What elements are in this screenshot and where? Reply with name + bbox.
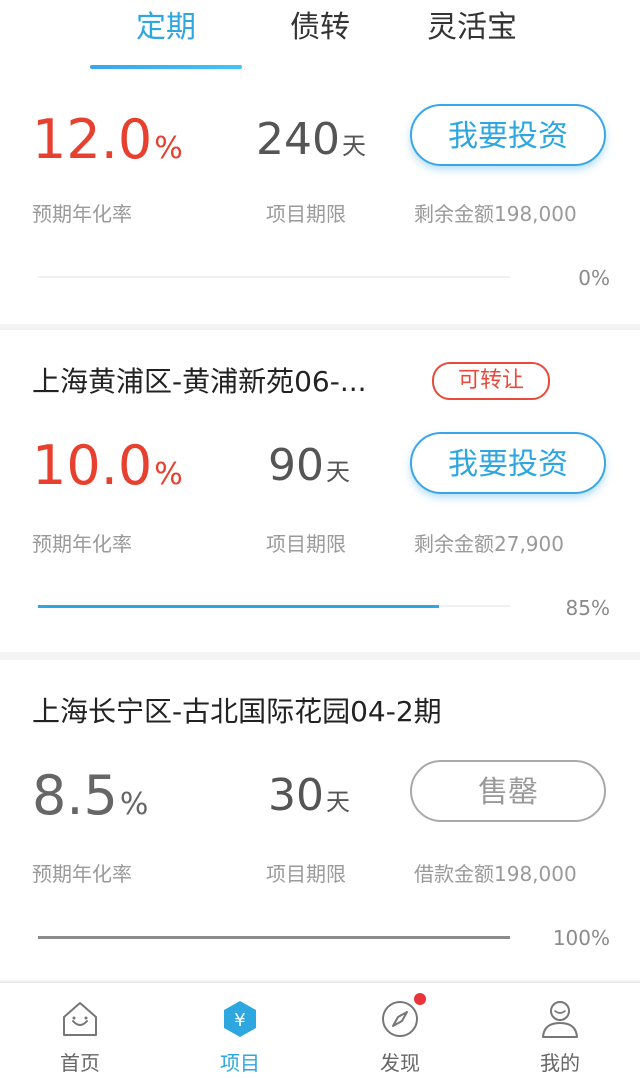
project-term-unit: 天 — [341, 132, 366, 160]
project-term: 240天 — [256, 110, 366, 170]
home-icon — [63, 1002, 97, 1036]
progress-bar — [38, 605, 510, 608]
product-card-3[interactable]: 上海长宁区-古北国际花园04-2期 8.5% 30天 售罄 预期年化率 项目期限… — [0, 660, 640, 980]
remaining-amount: 剩余金额27,900 — [414, 532, 564, 556]
bottom-nav: 首页 ¥ 项目 发现 我的 — [0, 982, 640, 1078]
nav-item-mine[interactable]: 我的 — [480, 983, 640, 1078]
nav-label-discover: 发现 — [380, 1051, 420, 1075]
annual-rate: 10.0% — [32, 436, 183, 496]
annual-rate-value: 10.0 — [32, 434, 153, 497]
compass-icon — [382, 1001, 418, 1037]
annual-rate-value: 12.0 — [32, 108, 153, 171]
top-tab-bar: 定期 债转 灵活宝 — [0, 0, 640, 70]
annual-rate-label: 预期年化率 — [32, 202, 132, 226]
remaining-amount: 剩余金额198,000 — [414, 202, 577, 226]
project-term-unit: 天 — [326, 788, 350, 816]
annual-rate: 8.5% — [32, 766, 148, 826]
annual-rate-suffix: % — [154, 457, 183, 492]
loan-amount: 借款金额198,000 — [414, 862, 577, 886]
project-title: 上海长宁区-古北国际花园04-2期 — [32, 695, 442, 728]
transferable-badge: 可转让 — [432, 362, 550, 400]
product-card-2[interactable]: 上海黄浦区-黄浦新苑06-... 可转让 10.0% 90天 我要投资 预期年化… — [0, 330, 640, 652]
nav-label-project: 项目 — [220, 1051, 260, 1075]
project-term: 90天 — [268, 436, 350, 496]
invest-button[interactable]: 我要投资 — [410, 104, 606, 166]
product-card-1[interactable]: 12.0% 240天 我要投资 预期年化率 项目期限 剩余金额198,000 0… — [0, 70, 640, 324]
invest-button[interactable]: 我要投资 — [410, 432, 606, 494]
annual-rate-label: 预期年化率 — [32, 862, 132, 886]
project-term-label: 项目期限 — [266, 862, 346, 886]
progress-percent: 85% — [565, 596, 610, 620]
project-term: 30天 — [268, 766, 350, 826]
progress-percent: 0% — [578, 266, 610, 290]
progress-bar — [38, 936, 510, 939]
progress-percent: 100% — [552, 926, 610, 950]
annual-rate-value: 8.5 — [32, 764, 118, 827]
annual-rate-label: 预期年化率 — [32, 532, 132, 556]
project-title: 上海黄浦区-黄浦新苑06-... — [32, 365, 367, 398]
progress-fill — [38, 936, 510, 939]
annual-rate-suffix: % — [119, 787, 149, 822]
user-icon — [542, 1001, 578, 1038]
notification-dot — [414, 993, 426, 1005]
progress-fill — [38, 605, 440, 608]
active-tab-indicator — [90, 65, 242, 69]
tab-fixed-term[interactable]: 定期 — [90, 8, 242, 48]
project-term-value: 90 — [268, 440, 324, 491]
nav-label-home: 首页 — [60, 1051, 100, 1075]
annual-rate-suffix: % — [154, 131, 183, 166]
annual-rate: 12.0% — [32, 110, 183, 170]
nav-item-discover[interactable]: 发现 — [320, 983, 480, 1078]
sold-out-button[interactable]: 售罄 — [410, 760, 606, 822]
project-term-value: 30 — [268, 770, 324, 821]
project-term-label: 项目期限 — [266, 202, 346, 226]
project-term-unit: 天 — [326, 458, 350, 486]
project-term-label: 项目期限 — [266, 532, 346, 556]
project-term-value: 240 — [256, 114, 340, 165]
project-icon: ¥ — [224, 1001, 256, 1037]
tab-debt-transfer[interactable]: 债转 — [244, 8, 396, 48]
project-icon-symbol: ¥ — [234, 1010, 245, 1031]
nav-item-project[interactable]: ¥ 项目 — [160, 983, 320, 1078]
tab-flexible[interactable]: 灵活宝 — [396, 8, 548, 48]
nav-item-home[interactable]: 首页 — [0, 983, 160, 1078]
progress-bar — [38, 276, 510, 278]
nav-label-mine: 我的 — [540, 1051, 580, 1075]
